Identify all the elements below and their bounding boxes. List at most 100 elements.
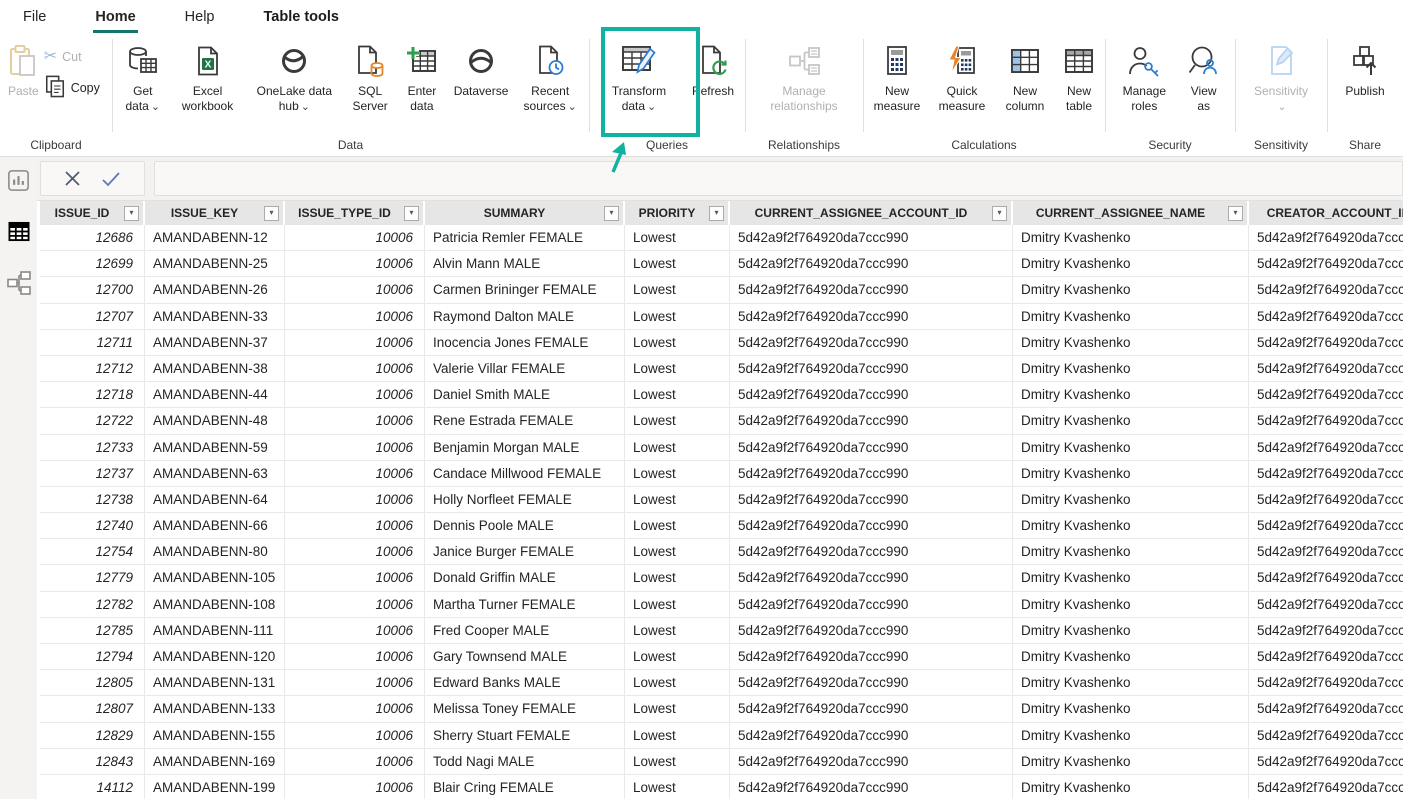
cell-current_assignee_name[interactable]: Dmitry Kvashenko	[1013, 775, 1249, 799]
cell-creator_account_id[interactable]: 5d42a9f2f764920da7ccc990	[1249, 592, 1403, 617]
view-as-button[interactable]: View as	[1184, 39, 1224, 116]
cell-issue_key[interactable]: AMANDABENN-33	[145, 304, 285, 329]
cell-current_assignee_account_id[interactable]: 5d42a9f2f764920da7ccc990	[730, 775, 1013, 799]
onelake-data-hub-button[interactable]: OneLake data hub⌄	[248, 39, 340, 117]
cell-issue_id[interactable]: 12722	[40, 408, 145, 433]
cell-current_assignee_name[interactable]: Dmitry Kvashenko	[1013, 670, 1249, 695]
cell-summary[interactable]: Melissa Toney FEMALE	[425, 696, 625, 721]
column-header-summary[interactable]: SUMMARY▾	[425, 201, 625, 225]
cell-issue_key[interactable]: AMANDABENN-48	[145, 408, 285, 433]
copy-button[interactable]: Copy	[44, 74, 100, 101]
get-data-button[interactable]: Get data⌄	[119, 39, 167, 117]
cell-issue_type_id[interactable]: 10006	[285, 565, 425, 590]
refresh-button[interactable]: Refresh	[689, 39, 737, 101]
cell-summary[interactable]: Patricia Remler FEMALE	[425, 225, 625, 250]
cell-issue_id[interactable]: 12779	[40, 565, 145, 590]
cell-priority[interactable]: Lowest	[625, 749, 730, 774]
cell-current_assignee_name[interactable]: Dmitry Kvashenko	[1013, 251, 1249, 276]
cell-issue_key[interactable]: AMANDABENN-64	[145, 487, 285, 512]
column-filter-button[interactable]: ▾	[604, 206, 619, 221]
cell-issue_id[interactable]: 12700	[40, 277, 145, 302]
cell-current_assignee_account_id[interactable]: 5d42a9f2f764920da7ccc990	[730, 723, 1013, 748]
cell-creator_account_id[interactable]: 5d42a9f2f764920da7ccc990	[1249, 435, 1403, 460]
cell-priority[interactable]: Lowest	[625, 592, 730, 617]
cell-creator_account_id[interactable]: 5d42a9f2f764920da7ccc990	[1249, 408, 1403, 433]
cell-current_assignee_name[interactable]: Dmitry Kvashenko	[1013, 723, 1249, 748]
column-header-priority[interactable]: PRIORITY▾	[625, 201, 730, 225]
cell-issue_key[interactable]: AMANDABENN-111	[145, 618, 285, 643]
cell-current_assignee_account_id[interactable]: 5d42a9f2f764920da7ccc990	[730, 592, 1013, 617]
cell-issue_type_id[interactable]: 10006	[285, 670, 425, 695]
cell-issue_id[interactable]: 12794	[40, 644, 145, 669]
cell-issue_id[interactable]: 12686	[40, 225, 145, 250]
manage-relationships-button[interactable]: Manage relationships	[756, 39, 852, 116]
cell-priority[interactable]: Lowest	[625, 356, 730, 381]
cell-summary[interactable]: Daniel Smith MALE	[425, 382, 625, 407]
cell-current_assignee_name[interactable]: Dmitry Kvashenko	[1013, 225, 1249, 250]
cell-current_assignee_account_id[interactable]: 5d42a9f2f764920da7ccc990	[730, 408, 1013, 433]
cell-current_assignee_account_id[interactable]: 5d42a9f2f764920da7ccc990	[730, 749, 1013, 774]
cell-current_assignee_account_id[interactable]: 5d42a9f2f764920da7ccc990	[730, 539, 1013, 564]
menu-home[interactable]: Home	[95, 9, 135, 25]
cell-priority[interactable]: Lowest	[625, 408, 730, 433]
cell-summary[interactable]: Donald Griffin MALE	[425, 565, 625, 590]
cell-issue_id[interactable]: 12805	[40, 670, 145, 695]
cell-current_assignee_name[interactable]: Dmitry Kvashenko	[1013, 513, 1249, 538]
cell-issue_type_id[interactable]: 10006	[285, 749, 425, 774]
cell-priority[interactable]: Lowest	[625, 304, 730, 329]
column-header-current_assignee_account_id[interactable]: CURRENT_ASSIGNEE_ACCOUNT_ID▾	[730, 201, 1013, 225]
cell-summary[interactable]: Carmen Brininger FEMALE	[425, 277, 625, 302]
cell-summary[interactable]: Martha Turner FEMALE	[425, 592, 625, 617]
cell-priority[interactable]: Lowest	[625, 435, 730, 460]
cell-summary[interactable]: Raymond Dalton MALE	[425, 304, 625, 329]
cell-issue_id[interactable]: 12718	[40, 382, 145, 407]
cell-priority[interactable]: Lowest	[625, 330, 730, 355]
cell-priority[interactable]: Lowest	[625, 251, 730, 276]
cell-creator_account_id[interactable]: 5d42a9f2f764920da7ccc990	[1249, 356, 1403, 381]
cell-current_assignee_name[interactable]: Dmitry Kvashenko	[1013, 408, 1249, 433]
cell-priority[interactable]: Lowest	[625, 696, 730, 721]
cell-summary[interactable]: Todd Nagi MALE	[425, 749, 625, 774]
cell-issue_id[interactable]: 12829	[40, 723, 145, 748]
cell-issue_type_id[interactable]: 10006	[285, 382, 425, 407]
transform-data-button[interactable]: Transform data⌄	[597, 39, 681, 117]
cell-current_assignee_account_id[interactable]: 5d42a9f2f764920da7ccc990	[730, 382, 1013, 407]
cell-current_assignee_account_id[interactable]: 5d42a9f2f764920da7ccc990	[730, 487, 1013, 512]
cell-current_assignee_name[interactable]: Dmitry Kvashenko	[1013, 565, 1249, 590]
cell-issue_type_id[interactable]: 10006	[285, 592, 425, 617]
cell-issue_key[interactable]: AMANDABENN-108	[145, 592, 285, 617]
cell-issue_id[interactable]: 12785	[40, 618, 145, 643]
menu-help[interactable]: Help	[185, 9, 215, 25]
cell-priority[interactable]: Lowest	[625, 644, 730, 669]
cell-current_assignee_name[interactable]: Dmitry Kvashenko	[1013, 461, 1249, 486]
cell-summary[interactable]: Inocencia Jones FEMALE	[425, 330, 625, 355]
sensitivity-button[interactable]: Sensitivity ⌄	[1246, 39, 1316, 117]
dataverse-button[interactable]: Dataverse	[451, 39, 512, 101]
cell-summary[interactable]: Valerie Villar FEMALE	[425, 356, 625, 381]
cell-issue_key[interactable]: AMANDABENN-133	[145, 696, 285, 721]
cell-summary[interactable]: Candace Millwood FEMALE	[425, 461, 625, 486]
sql-server-button[interactable]: SQL Server	[347, 39, 393, 116]
publish-button[interactable]: Publish	[1342, 39, 1387, 101]
cell-summary[interactable]: Janice Burger FEMALE	[425, 539, 625, 564]
cell-creator_account_id[interactable]: 5d42a9f2f764920da7ccc990	[1249, 723, 1403, 748]
column-filter-button[interactable]: ▾	[124, 206, 139, 221]
cell-issue_id[interactable]: 12738	[40, 487, 145, 512]
cell-current_assignee_name[interactable]: Dmitry Kvashenko	[1013, 487, 1249, 512]
cell-creator_account_id[interactable]: 5d42a9f2f764920da7ccc990	[1249, 304, 1403, 329]
cell-creator_account_id[interactable]: 5d42a9f2f764920da7ccc990	[1249, 696, 1403, 721]
sidebar-model-view[interactable]	[5, 271, 33, 299]
cell-issue_key[interactable]: AMANDABENN-25	[145, 251, 285, 276]
column-filter-button[interactable]: ▾	[264, 206, 279, 221]
cell-issue_type_id[interactable]: 10006	[285, 408, 425, 433]
cell-creator_account_id[interactable]: 5d42a9f2f764920da7ccc990	[1249, 670, 1403, 695]
cell-issue_id[interactable]: 12740	[40, 513, 145, 538]
cell-issue_key[interactable]: AMANDABENN-105	[145, 565, 285, 590]
cell-issue_type_id[interactable]: 10006	[285, 356, 425, 381]
cell-current_assignee_account_id[interactable]: 5d42a9f2f764920da7ccc990	[730, 277, 1013, 302]
cell-issue_key[interactable]: AMANDABENN-44	[145, 382, 285, 407]
manage-roles-button[interactable]: Manage roles	[1116, 39, 1172, 116]
cell-issue_type_id[interactable]: 10006	[285, 225, 425, 250]
cell-issue_id[interactable]: 12733	[40, 435, 145, 460]
cell-current_assignee_name[interactable]: Dmitry Kvashenko	[1013, 356, 1249, 381]
